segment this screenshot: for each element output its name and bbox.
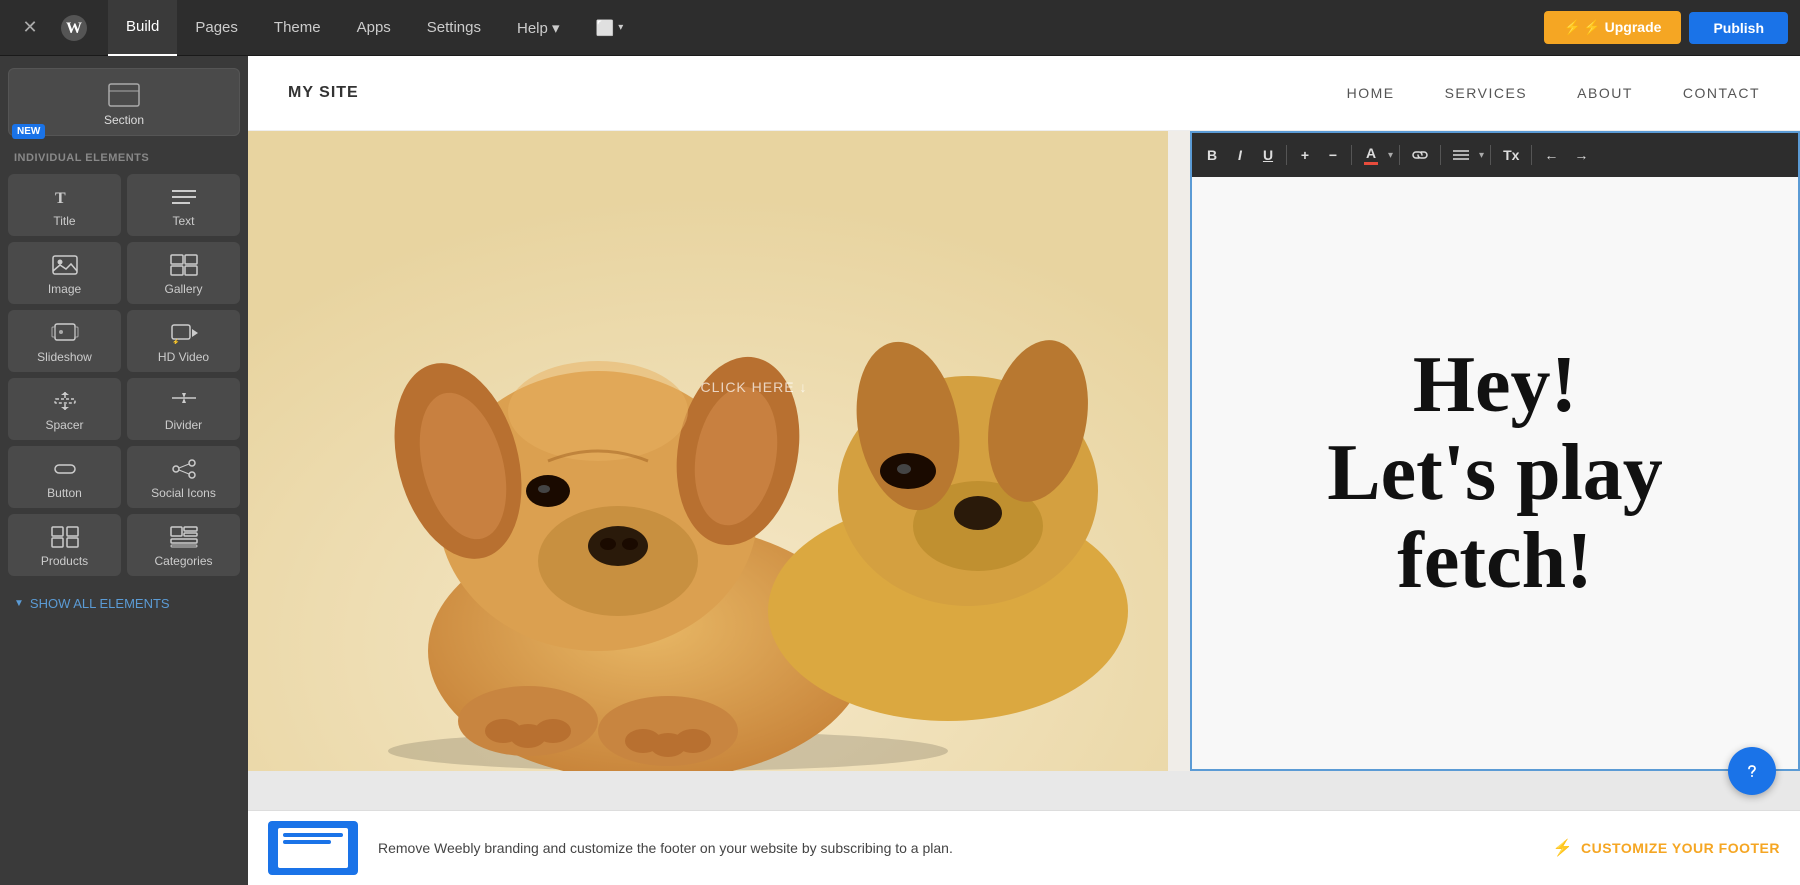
site-logo: MY SITE bbox=[288, 84, 359, 102]
color-a-letter: A bbox=[1366, 145, 1376, 161]
element-products-label: Products bbox=[41, 554, 88, 568]
color-chevron[interactable]: ▾ bbox=[1388, 150, 1393, 161]
remove-button[interactable]: − bbox=[1321, 143, 1345, 167]
footer-message: Remove Weebly branding and customize the… bbox=[378, 840, 1533, 856]
element-divider[interactable]: Divider bbox=[127, 378, 240, 440]
tab-build[interactable]: Build bbox=[108, 0, 177, 56]
element-title[interactable]: T Title bbox=[8, 174, 121, 236]
weebly-logo: W bbox=[56, 10, 92, 46]
svg-text:T: T bbox=[55, 190, 66, 207]
toolbar-divider-4 bbox=[1440, 145, 1441, 165]
toolbar-divider-6 bbox=[1531, 145, 1532, 165]
color-button[interactable]: A bbox=[1358, 141, 1384, 169]
toolbar-divider-5 bbox=[1490, 145, 1491, 165]
hero-section: CLICK HERE ↓ B I U + − A ▾ bbox=[248, 131, 1800, 771]
underline-button[interactable]: U bbox=[1256, 143, 1280, 167]
lightning-icon: ⚡ bbox=[1553, 838, 1573, 858]
element-slideshow-label: Slideshow bbox=[37, 350, 92, 364]
footer-banner: Remove Weebly branding and customize the… bbox=[248, 810, 1800, 885]
element-social-icons[interactable]: Social Icons bbox=[127, 446, 240, 508]
tx-button[interactable]: Tx bbox=[1497, 143, 1525, 167]
toolbar-divider-3 bbox=[1399, 145, 1400, 165]
nav-item-services[interactable]: SERVICES bbox=[1445, 85, 1528, 101]
top-navigation: ✕ W Build Pages Theme Apps Settings Help… bbox=[0, 0, 1800, 56]
upgrade-button[interactable]: ⚡ ⚡ Upgrade bbox=[1544, 11, 1682, 44]
element-gallery-label: Gallery bbox=[164, 282, 202, 296]
element-text-label: Text bbox=[172, 214, 194, 228]
site-navigation: HOME SERVICES ABOUT CONTACT bbox=[1347, 85, 1760, 101]
customize-footer-button[interactable]: ⚡ CUSTOMIZE YOUR FOOTER bbox=[1553, 838, 1780, 858]
element-divider-label: Divider bbox=[165, 418, 202, 432]
tab-theme[interactable]: Theme bbox=[256, 0, 339, 56]
new-badge: NEW bbox=[12, 124, 45, 139]
hero-headline: Hey! Let's play fetch! bbox=[1327, 341, 1663, 605]
footer-preview-image bbox=[268, 821, 358, 875]
canvas: MY SITE HOME SERVICES ABOUT CONTACT bbox=[248, 56, 1800, 885]
site-header: MY SITE HOME SERVICES ABOUT CONTACT bbox=[248, 56, 1800, 131]
nav-item-about[interactable]: ABOUT bbox=[1577, 85, 1633, 101]
sidebar: NEW Section INDIVIDUAL ELEMENTS T Title bbox=[0, 56, 248, 885]
tab-apps[interactable]: Apps bbox=[339, 0, 409, 56]
link-button[interactable] bbox=[1406, 145, 1434, 165]
element-gallery[interactable]: Gallery bbox=[127, 242, 240, 304]
svg-text:W: W bbox=[66, 20, 82, 37]
element-social-icons-label: Social Icons bbox=[151, 486, 216, 500]
tab-device[interactable]: ⬜ ▾ bbox=[578, 0, 642, 56]
hero-image[interactable]: CLICK HERE ↓ bbox=[248, 131, 1168, 771]
element-text[interactable]: Text bbox=[127, 174, 240, 236]
element-slideshow[interactable]: Slideshow bbox=[8, 310, 121, 372]
publish-button[interactable]: Publish bbox=[1689, 12, 1788, 44]
element-title-label: Title bbox=[53, 214, 75, 228]
toolbar-divider-1 bbox=[1286, 145, 1287, 165]
close-button[interactable]: ✕ bbox=[12, 10, 48, 46]
add-button[interactable]: + bbox=[1293, 143, 1317, 167]
element-products[interactable]: Products bbox=[8, 514, 121, 576]
element-hd-video[interactable]: ⚡ HD Video bbox=[127, 310, 240, 372]
main-layout: NEW Section INDIVIDUAL ELEMENTS T Title bbox=[0, 56, 1800, 885]
element-button[interactable]: Button bbox=[8, 446, 121, 508]
tab-settings[interactable]: Settings bbox=[409, 0, 499, 56]
footer-preview-line-2 bbox=[283, 840, 331, 844]
footer-preview-line-1 bbox=[283, 833, 343, 837]
nav-item-home[interactable]: HOME bbox=[1347, 85, 1395, 101]
element-button-label: Button bbox=[47, 486, 82, 500]
customize-footer-label: CUSTOMIZE YOUR FOOTER bbox=[1581, 840, 1780, 856]
help-fab-button[interactable] bbox=[1728, 747, 1776, 795]
color-indicator bbox=[1364, 162, 1378, 165]
text-formatting-toolbar: B I U + − A ▾ bbox=[1192, 133, 1798, 177]
tab-pages[interactable]: Pages bbox=[177, 0, 256, 56]
section-label: Section bbox=[104, 113, 144, 127]
element-spacer[interactable]: Spacer bbox=[8, 378, 121, 440]
nav-item-contact[interactable]: CONTACT bbox=[1683, 85, 1760, 101]
undo-button[interactable]: ← bbox=[1538, 143, 1564, 167]
element-spacer-label: Spacer bbox=[45, 418, 83, 432]
italic-button[interactable]: I bbox=[1228, 143, 1252, 167]
element-categories[interactable]: Categories bbox=[127, 514, 240, 576]
align-button[interactable] bbox=[1447, 145, 1475, 165]
align-chevron[interactable]: ▾ bbox=[1479, 150, 1484, 161]
element-image[interactable]: Image bbox=[8, 242, 121, 304]
hero-text-area[interactable]: B I U + − A ▾ bbox=[1190, 131, 1800, 771]
show-all-elements-button[interactable]: ▼ SHOW ALL ELEMENTS bbox=[0, 584, 248, 623]
individual-elements-label: INDIVIDUAL ELEMENTS bbox=[0, 140, 248, 170]
element-categories-label: Categories bbox=[154, 554, 212, 568]
element-hd-video-label: HD Video bbox=[158, 350, 209, 364]
element-image-label: Image bbox=[48, 282, 81, 296]
hero-text-content[interactable]: Hey! Let's play fetch! bbox=[1192, 177, 1798, 769]
redo-button[interactable]: → bbox=[1568, 143, 1594, 167]
footer-preview-inner bbox=[278, 828, 348, 868]
tab-help[interactable]: Help ▾ bbox=[499, 0, 578, 56]
elements-grid: T Title Text Image bbox=[0, 170, 248, 580]
toolbar-divider-2 bbox=[1351, 145, 1352, 165]
bold-button[interactable]: B bbox=[1200, 143, 1224, 167]
